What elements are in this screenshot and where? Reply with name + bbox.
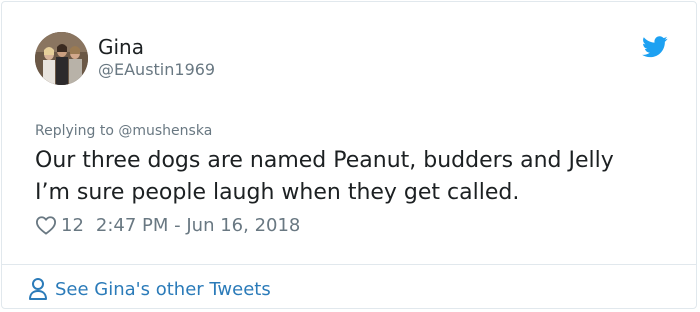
user-handle[interactable]: @EAustin1969 [98,60,215,80]
replying-to[interactable]: Replying to @mushenska [35,122,212,140]
person-icon [29,278,47,300]
tweet-text: Our three dogs are named Peanut, budders… [35,145,685,209]
see-other-tweets-link[interactable]: See Gina's other Tweets [28,276,271,302]
embedded-tweet-card: Gina @EAustin1969 Replying to @mushenska… [1,1,697,309]
heart-icon[interactable] [35,215,57,235]
tweet-line: Our three dogs are named Peanut, budders… [35,148,614,173]
user-name[interactable]: Gina [98,35,144,59]
avatar-photo [35,32,88,85]
avatar[interactable] [35,32,88,85]
tweet-meta: 12 2:47 PM - Jun 16, 2018 [35,213,300,237]
tweet-line: I’m sure people laugh when they get call… [35,180,520,205]
timestamp[interactable]: 2:47 PM - Jun 16, 2018 [96,215,300,236]
see-other-tweets-label: See Gina's other Tweets [55,278,271,300]
twitter-bird-icon[interactable] [642,36,668,58]
divider [2,264,696,265]
like-count[interactable]: 12 [61,215,84,236]
